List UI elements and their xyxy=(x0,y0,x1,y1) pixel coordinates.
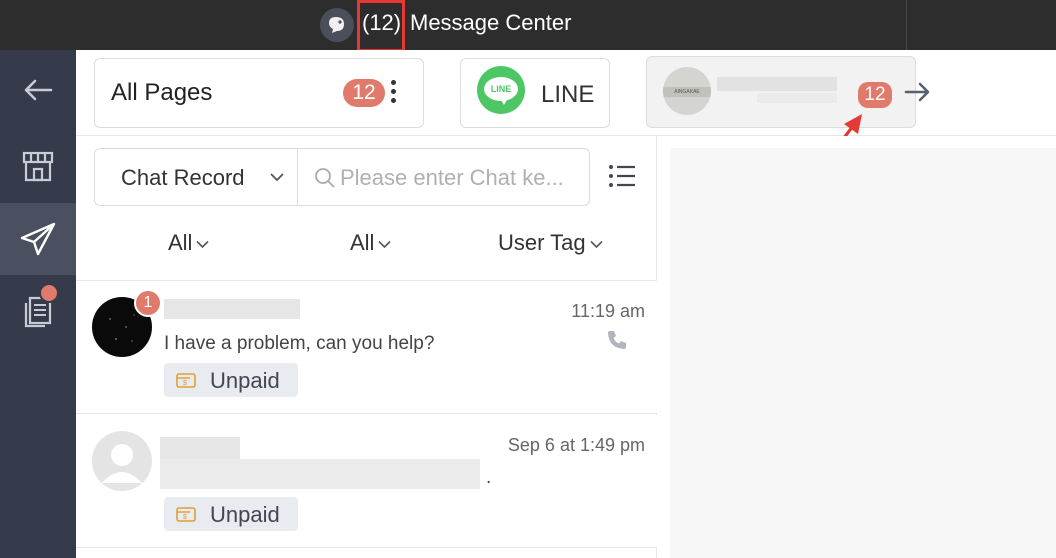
conversation-area xyxy=(670,148,1056,558)
channel-line-label: LINE xyxy=(541,81,595,108)
sidebar-item-messages[interactable] xyxy=(0,203,76,275)
avatar xyxy=(92,431,152,491)
arrow-right-icon xyxy=(904,82,930,102)
tag-label: Unpaid xyxy=(210,368,280,393)
all-pages-title: All Pages xyxy=(111,79,213,106)
chat-list-item[interactable]: Sep 6 at 1:49 pm . $ Unpaid xyxy=(76,415,657,548)
tag-unpaid[interactable]: $ Unpaid xyxy=(164,363,298,397)
filter-status-label: All xyxy=(168,230,193,255)
svg-text:$: $ xyxy=(183,380,187,387)
search-type-select[interactable]: Chat Record xyxy=(94,148,298,206)
channel-topbar: All Pages 12 LINE LINE AINGAKAE 12 xyxy=(76,50,1056,136)
account-badge: 12 xyxy=(858,82,892,108)
chevron-down-icon xyxy=(196,240,210,248)
account-avatar: AINGAKAE xyxy=(663,67,711,115)
tag-unpaid[interactable]: $ Unpaid xyxy=(164,497,298,531)
sidebar-item-store[interactable] xyxy=(0,130,76,202)
phone-icon xyxy=(608,331,626,349)
tag-label: Unpaid xyxy=(210,502,280,527)
unread-badge: 1 xyxy=(134,289,162,317)
wallet-icon: $ xyxy=(176,373,196,388)
search-input[interactable] xyxy=(340,163,576,193)
chat-time: 11:19 am xyxy=(571,301,645,321)
store-icon xyxy=(22,151,54,182)
sidebar-item-documents[interactable] xyxy=(0,276,76,348)
search-box[interactable] xyxy=(298,148,590,206)
scroll-right-button[interactable] xyxy=(904,80,932,109)
titlebar-divider xyxy=(906,0,907,50)
channel-line[interactable]: LINE LINE xyxy=(460,58,610,128)
wallet-icon: $ xyxy=(176,507,196,522)
account-subname-blurred xyxy=(757,93,837,103)
search-type-label: Chat Record xyxy=(121,165,245,190)
chevron-down-icon xyxy=(270,173,284,182)
chat-message-blurred xyxy=(160,459,480,489)
notification-dot xyxy=(39,283,59,303)
filter-type-label: All xyxy=(350,230,375,255)
chat-list-item[interactable]: 1 11:19 am I have a problem, can you hel… xyxy=(76,281,657,414)
conversation-pane xyxy=(658,136,1056,558)
back-icon xyxy=(24,79,53,101)
filter-user-tag-label: User Tag xyxy=(498,230,586,255)
chat-last-message: . xyxy=(486,467,492,488)
chevron-down-icon xyxy=(378,240,392,248)
back-button[interactable] xyxy=(0,54,76,126)
svg-text:$: $ xyxy=(183,514,187,521)
chevron-down-icon xyxy=(590,240,603,248)
all-pages-badge: 12 xyxy=(343,79,385,107)
contact-name-blurred xyxy=(164,299,300,319)
window-title: Message Center xyxy=(410,10,572,35)
window-unread-count: (12) xyxy=(362,10,402,35)
filter-user-tag[interactable]: User Tag xyxy=(498,230,603,256)
filter-type[interactable]: All xyxy=(350,230,392,256)
line-logo-icon: LINE xyxy=(477,66,525,114)
chat-last-message: I have a problem, can you help? xyxy=(164,333,435,354)
send-icon xyxy=(20,222,56,256)
sidebar xyxy=(0,50,76,558)
search-icon xyxy=(315,168,335,188)
all-pages-selector[interactable]: All Pages 12 xyxy=(94,58,424,128)
filter-status[interactable]: All xyxy=(168,230,210,256)
list-view-icon[interactable] xyxy=(608,164,636,188)
window-titlebar: (12) Message Center xyxy=(0,0,1056,52)
account-avatar-text: AINGAKAE xyxy=(674,89,700,95)
app-logo-icon xyxy=(320,8,354,42)
search-row: Chat Record xyxy=(94,148,590,206)
account-name-blurred xyxy=(717,77,837,91)
chat-list-pane: Chat Record All All User Tag xyxy=(76,136,657,558)
chat-time: Sep 6 at 1:49 pm xyxy=(507,435,645,455)
more-options-icon[interactable] xyxy=(385,77,401,109)
